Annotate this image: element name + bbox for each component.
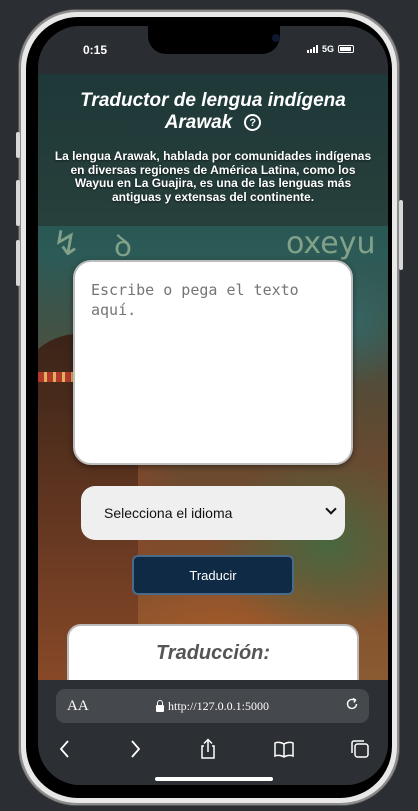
lock-icon [156,699,164,712]
status-bar: 0:15 5G [38,26,388,74]
network-label: 5G [321,44,334,54]
battery-icon [338,45,354,53]
translate-button[interactable]: Traducir [132,555,294,595]
screen: 0:15 5G ↯ ꝺ oxeyu Traductor de lengua in… [38,26,388,785]
text-size-label: AA [67,698,89,714]
tabs-icon[interactable] [349,738,371,760]
home-indicator[interactable] [155,777,273,781]
source-text-input[interactable]: Escribe o pega el texto aquí. [73,260,353,465]
status-time: 0:15 [83,43,108,57]
language-select[interactable]: Selecciona el idioma [81,486,345,540]
back-icon[interactable] [54,738,76,760]
power-button [399,200,403,270]
url-display[interactable]: http://127.0.0.1:5000 [156,699,269,714]
page-title-text: Traductor de lengua indígena Arawak [80,90,346,133]
status-indicators: 5G [306,44,354,54]
help-icon[interactable]: ? [244,114,262,132]
translation-result-title: Traducción: [155,642,271,664]
bookmarks-icon[interactable] [273,738,295,760]
address-bar[interactable]: AA http://127.0.0.1:5000 [56,689,369,723]
text-size-button[interactable]: AA [67,698,89,715]
share-icon[interactable] [197,738,219,760]
chevron-down-icon [325,503,337,515]
browser-toolbar [38,735,388,765]
translation-result-card: Traducción: [67,624,359,680]
volume-down-button [16,240,20,286]
notch [148,26,280,54]
background-glyph: ↯ [52,224,81,264]
reload-icon[interactable] [345,697,359,711]
volume-up-button [16,180,20,226]
browser-bar: AA http://127.0.0.1:5000 [38,680,388,785]
background-glyph: ꝺ [114,229,132,264]
language-select-value: Selecciona el idioma [104,505,233,521]
signal-icon [306,45,318,53]
page-title: Traductor de lengua indígena Arawak? [68,90,358,134]
camera-icon [272,34,280,42]
background-word: oxeyu [286,226,376,261]
url-text: http://127.0.0.1:5000 [168,699,270,713]
silent-switch [16,132,20,158]
language-description: La lengua Arawak, hablada por comunidade… [54,149,372,204]
page-content[interactable]: ↯ ꝺ oxeyu Traductor de lengua indígena A… [38,74,388,680]
header: Traductor de lengua indígena Arawak? La … [38,74,388,226]
forward-icon[interactable] [124,738,146,760]
